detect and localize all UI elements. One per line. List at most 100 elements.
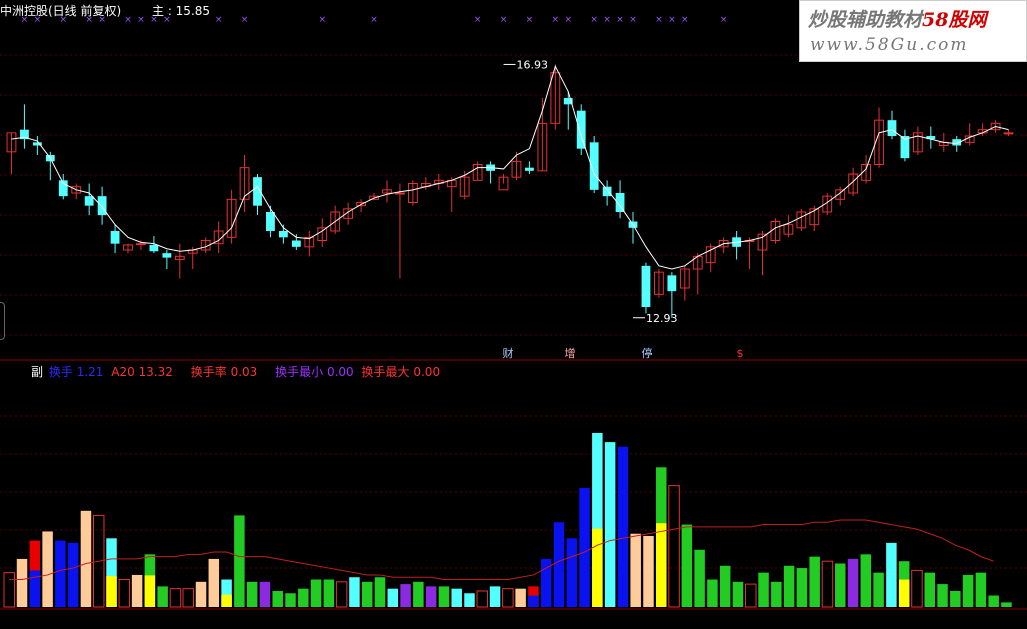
candle-body xyxy=(84,196,94,206)
candle-body xyxy=(110,231,120,244)
ma-readout: 主 : 15.85 xyxy=(152,4,211,18)
volume-bar xyxy=(298,588,309,607)
event-mark: 财 xyxy=(503,346,514,360)
volume-bar-segment xyxy=(528,595,539,607)
candle-body xyxy=(162,253,172,258)
candle-body xyxy=(266,212,275,231)
candle-body xyxy=(576,110,586,149)
volume-bar xyxy=(796,568,808,607)
volume-bar xyxy=(80,510,92,607)
volume-bar xyxy=(387,588,399,607)
candle-body xyxy=(887,120,897,136)
signal-marker: × xyxy=(720,15,728,25)
volume-bar xyxy=(310,579,322,607)
volume-bar xyxy=(962,574,974,607)
scroll-handle[interactable] xyxy=(0,302,5,340)
candle-body xyxy=(291,240,301,247)
indicator-item: 换手 1.21 xyxy=(48,365,104,379)
signal-marker: × xyxy=(655,15,663,25)
kline-chart: × × × × × × × × × × × × × × × × × × × × × × × × × ×16.9312.93财增停 $ xyxy=(0,15,1027,610)
candle-body xyxy=(136,243,146,246)
volume-avg-line xyxy=(9,519,994,581)
watermark-line1: 炒股辅助教材58股网 xyxy=(808,9,987,31)
volume-bar xyxy=(694,549,705,607)
volume-bar xyxy=(950,590,961,607)
volume-bar xyxy=(553,522,565,607)
volume-bar xyxy=(707,579,718,607)
volume-bar xyxy=(476,590,489,608)
candle-body xyxy=(667,275,677,292)
signal-marker: × xyxy=(668,15,676,25)
indicator-item: 换手率 0.03 xyxy=(190,365,258,379)
volume-bar xyxy=(323,579,335,607)
volume-bar xyxy=(911,569,923,608)
volume-bar xyxy=(566,538,578,607)
volume-bar xyxy=(335,581,348,608)
indicator-item: A20 13.32 xyxy=(111,365,173,379)
indicator-prefix: 副 xyxy=(31,365,44,379)
signal-marker: × xyxy=(590,15,598,25)
event-mark: $ xyxy=(737,347,744,360)
volume-bar xyxy=(809,556,820,607)
volume-bar xyxy=(719,565,731,607)
signal-marker: × xyxy=(474,15,482,25)
indicator-bar: 副 换手 1.21 A20 13.32 换手率 0.03 换手最小 0.00 换… xyxy=(31,363,440,380)
volume-bar xyxy=(489,586,501,607)
signal-marker: × xyxy=(526,15,534,25)
volume-bar xyxy=(246,581,258,607)
volume-bar xyxy=(182,588,194,608)
event-mark: 停 xyxy=(642,346,653,360)
volume-bar xyxy=(668,485,680,608)
volume-bar xyxy=(259,581,271,607)
volume-bar xyxy=(604,442,616,607)
volume-bar xyxy=(732,581,744,607)
volume-bar-segment xyxy=(144,575,156,607)
candle-body xyxy=(1003,132,1014,135)
signal-marker: × xyxy=(215,15,223,25)
indicator-item: 换手最大 0.00 xyxy=(361,365,441,379)
volume-bar xyxy=(234,515,245,607)
volume-bar xyxy=(425,586,437,607)
volume-bar xyxy=(349,577,360,607)
volume-bar xyxy=(860,554,872,607)
volume-bar xyxy=(16,558,28,607)
volume-bar xyxy=(169,588,182,608)
indicator-item: 换手最小 0.00 xyxy=(275,365,354,379)
volume-bar xyxy=(400,584,411,607)
signal-marker: × xyxy=(124,15,132,25)
volume-bar xyxy=(924,572,935,607)
volume-bar xyxy=(195,581,207,607)
high-label: 16.93 xyxy=(517,58,549,71)
signal-marker: × xyxy=(629,15,637,25)
signal-marker: × xyxy=(318,15,326,25)
volume-bar xyxy=(118,579,131,608)
volume-bar xyxy=(617,446,629,607)
volume-bar xyxy=(783,565,795,607)
chart-title: 中洲控股(日线 前复权) xyxy=(0,4,122,18)
volume-bar xyxy=(515,588,526,607)
signal-marker: × xyxy=(681,15,689,25)
volume-bar xyxy=(413,581,424,607)
volume-bar xyxy=(208,558,220,607)
signal-marker: × xyxy=(370,15,378,25)
volume-bar xyxy=(42,531,53,607)
volume-bar xyxy=(67,542,79,607)
volume-bar xyxy=(502,588,514,608)
candle-body xyxy=(525,167,534,171)
volume-bar-segment xyxy=(106,576,117,607)
watermark-line2: www.58Gu.com xyxy=(810,35,969,55)
volume-bar xyxy=(464,593,475,607)
volume-bar xyxy=(131,574,143,607)
candle-body xyxy=(602,186,612,197)
signal-marker: × xyxy=(564,15,572,25)
volume-bar xyxy=(835,563,846,607)
signal-marker: × xyxy=(552,15,560,25)
volume-bar-segment xyxy=(29,570,41,607)
volume-bar xyxy=(758,572,769,607)
signal-marker: × xyxy=(616,15,624,25)
signal-marker: × xyxy=(500,15,508,25)
low-label: 12.93 xyxy=(646,312,678,325)
volume-bar xyxy=(1001,602,1012,607)
volume-bar xyxy=(272,590,283,607)
volume-bar xyxy=(681,524,693,607)
